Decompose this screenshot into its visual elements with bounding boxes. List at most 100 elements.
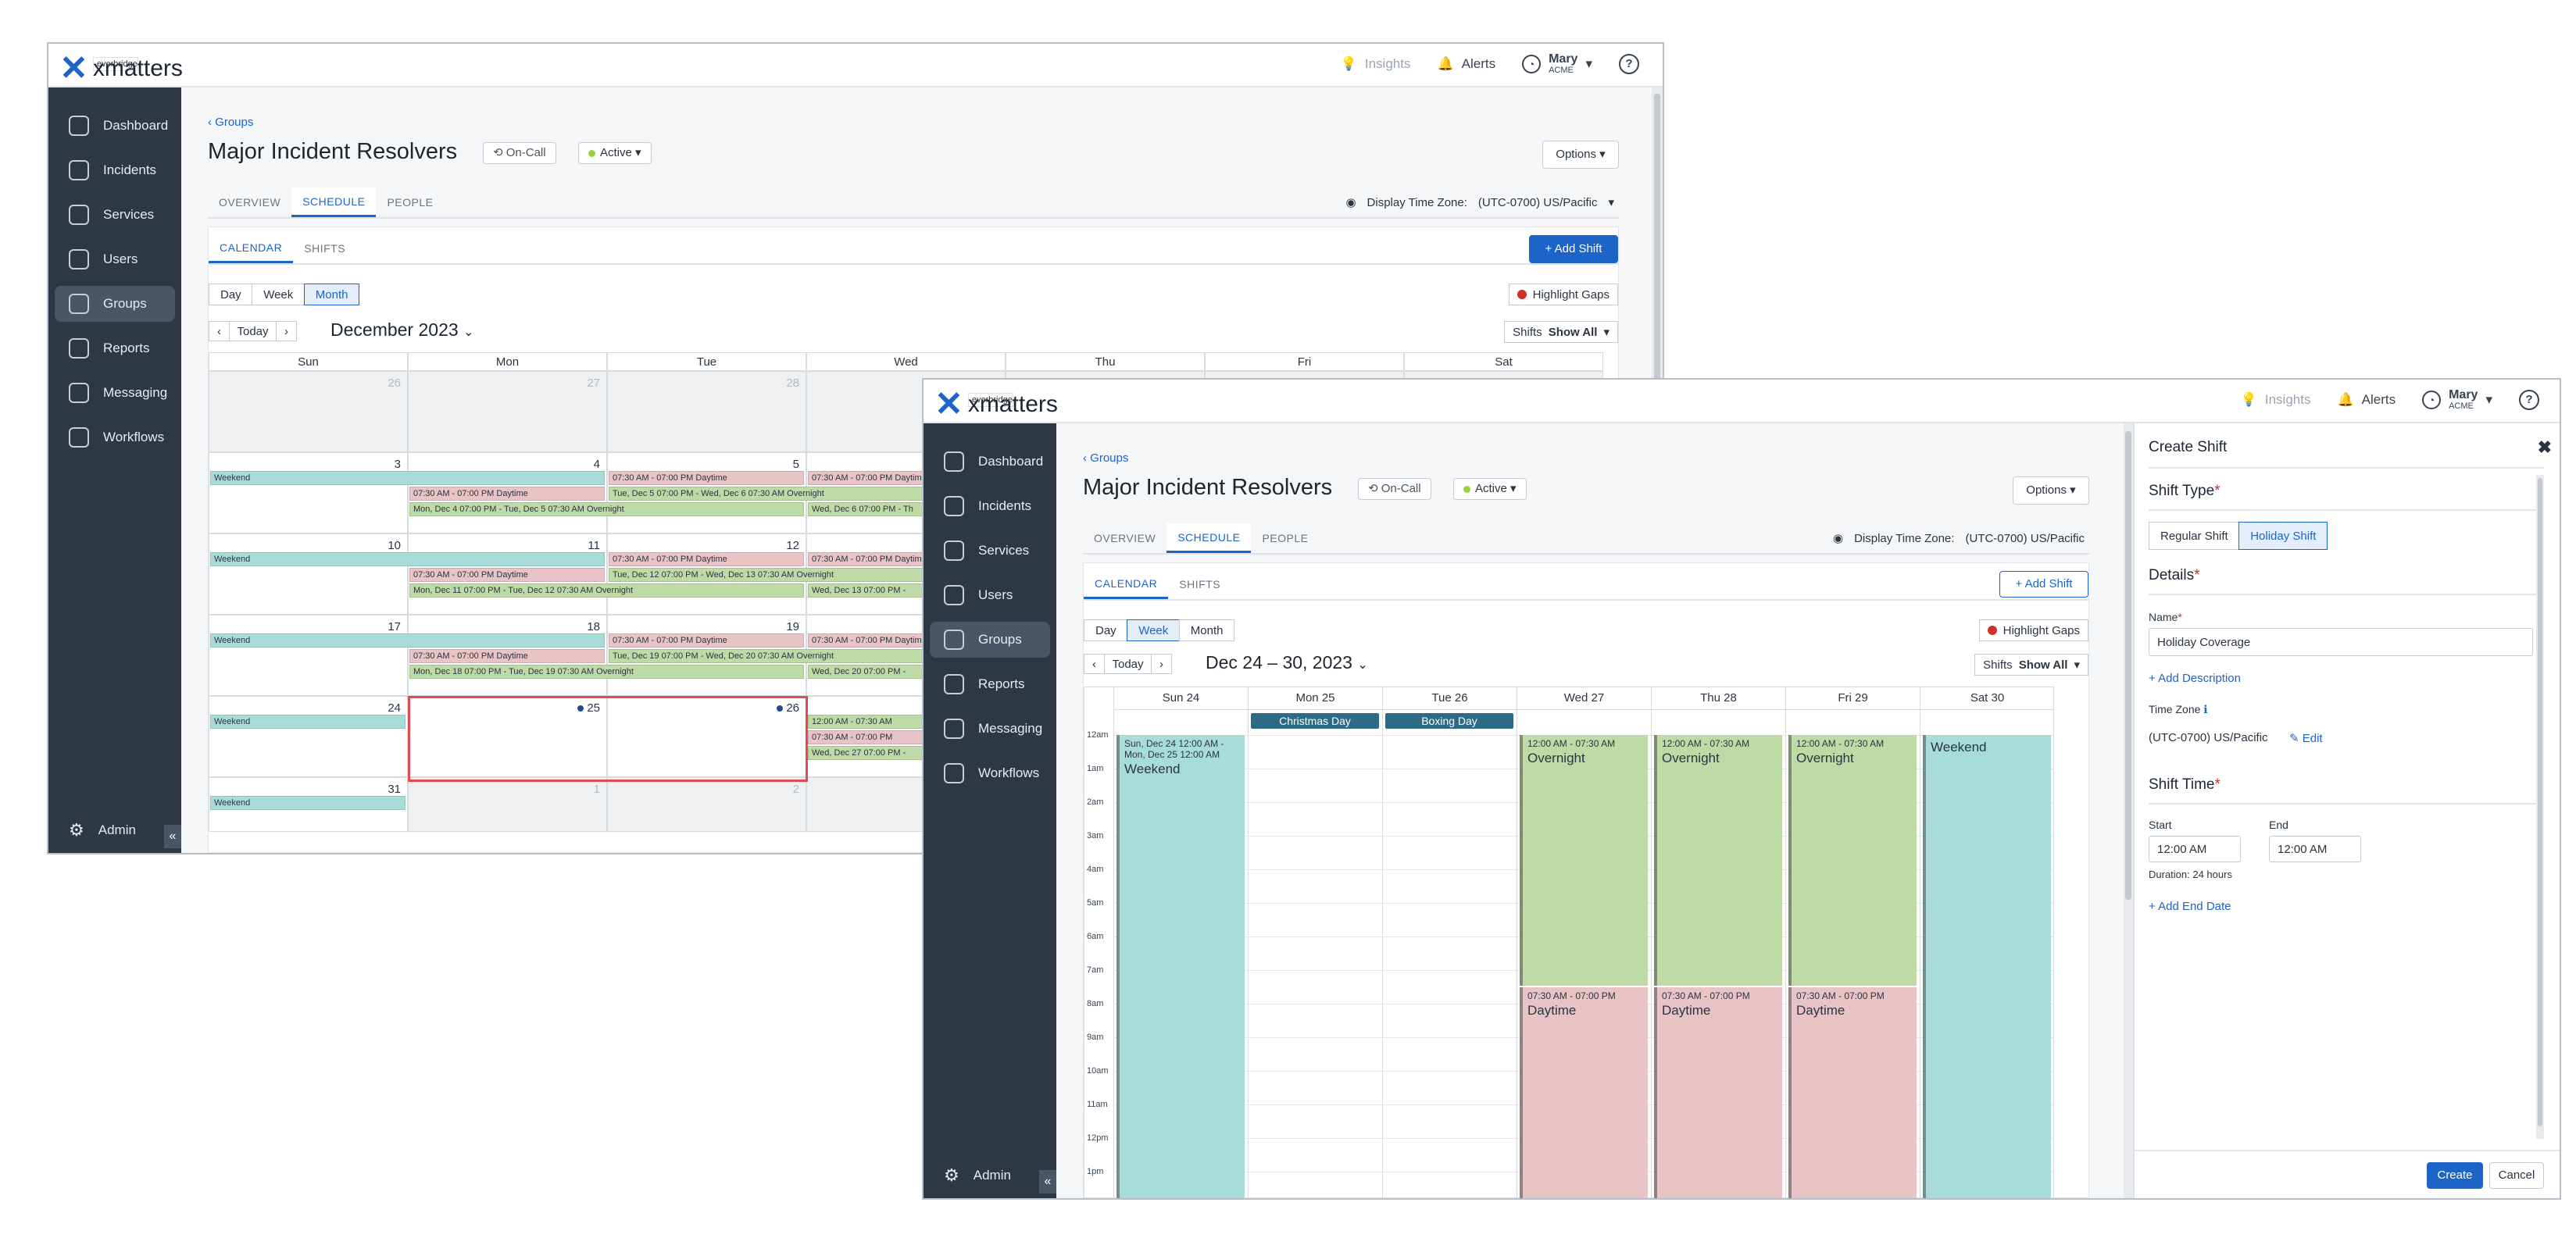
add-description-link[interactable]: + Add Description bbox=[2149, 672, 2241, 685]
start-time-input[interactable]: 12:00 AM bbox=[2149, 836, 2241, 862]
status-dropdown[interactable]: Active ▾ bbox=[1453, 478, 1527, 500]
day-cell[interactable]: 1 bbox=[408, 777, 607, 832]
shift-event[interactable]: 07:30 AM - 07:00 PM Daytime bbox=[409, 487, 605, 501]
xmatters-logo[interactable]: ✕ everbridge xmatters bbox=[59, 52, 183, 86]
regular-shift-option[interactable]: Regular Shift bbox=[2149, 522, 2240, 550]
day-cell[interactable]: 24 bbox=[209, 696, 408, 777]
shift-block[interactable]: 12:00 AM - 07:30 AM Overnight bbox=[1520, 735, 1648, 986]
shifts-filter[interactable]: Shifts Show All ▾ bbox=[1974, 654, 2088, 676]
status-dropdown[interactable]: Active ▾ bbox=[578, 142, 652, 164]
sidebar-item-groups[interactable]: Groups bbox=[55, 286, 175, 322]
shift-event[interactable]: Weekend bbox=[210, 796, 406, 810]
options-button[interactable]: Options ▾ bbox=[2013, 476, 2089, 505]
sidebar-item-incidents[interactable]: Incidents bbox=[55, 152, 175, 188]
sidebar-item-messaging[interactable]: Messaging bbox=[55, 375, 175, 411]
user-menu[interactable]: ◔ Mary ACME ▾ bbox=[2422, 388, 2492, 411]
highlight-gaps-button[interactable]: Highlight Gaps bbox=[1508, 284, 1618, 305]
add-shift-button[interactable]: + Add Shift bbox=[1529, 235, 1618, 263]
edit-timezone-link[interactable]: ✎ Edit bbox=[2289, 731, 2323, 745]
prev-button[interactable]: ‹ bbox=[209, 321, 230, 341]
shift-event[interactable]: Weekend bbox=[210, 715, 406, 729]
day-header[interactable]: Sun 24 bbox=[1113, 687, 1248, 710]
shift-block[interactable]: 07:30 AM - 07:00 PM Daytime bbox=[1520, 986, 1648, 1198]
view-month[interactable]: Month bbox=[1178, 619, 1235, 641]
tab-shifts[interactable]: SHIFTS bbox=[1168, 569, 1231, 599]
today-button[interactable]: Today bbox=[1103, 654, 1152, 674]
shift-event[interactable]: 07:30 AM - 07:00 PM Daytime bbox=[409, 649, 605, 663]
xmatters-logo[interactable]: ✕ everbridge xmatters bbox=[934, 387, 1058, 422]
sidebar-item-services[interactable]: Services bbox=[55, 197, 175, 233]
user-menu[interactable]: ◔ Mary ACME ▾ bbox=[1522, 52, 1592, 75]
insights-link[interactable]: 💡 Insights bbox=[2241, 392, 2311, 408]
sidebar-item-workflows[interactable]: Workflows bbox=[930, 755, 1050, 791]
shift-event[interactable]: Mon, Dec 4 07:00 PM - Tue, Dec 5 07:30 A… bbox=[409, 502, 804, 516]
shift-block[interactable]: Weekend bbox=[1923, 735, 2051, 1198]
view-week[interactable]: Week bbox=[1127, 619, 1181, 641]
holiday-banner[interactable]: Christmas Day bbox=[1251, 713, 1379, 729]
day-cell[interactable]: 2 bbox=[607, 777, 806, 832]
sidebar-item-groups[interactable]: Groups bbox=[930, 622, 1050, 658]
tab-overview[interactable]: OVERVIEW bbox=[1083, 523, 1167, 553]
view-day[interactable]: Day bbox=[209, 284, 253, 305]
shift-event[interactable]: Weekend bbox=[210, 633, 605, 648]
shift-event[interactable]: 07:30 AM - 07:00 PM Daytime bbox=[609, 471, 804, 485]
day-header[interactable]: Wed 27 bbox=[1517, 687, 1651, 710]
collapse-sidebar-icon[interactable]: « bbox=[164, 825, 181, 848]
sidebar-item-incidents[interactable]: Incidents bbox=[930, 488, 1050, 524]
shift-name-input[interactable]: Holiday Coverage bbox=[2149, 628, 2533, 656]
shift-block[interactable]: Sun, Dec 24 12:00 AM - Mon, Dec 25 12:00… bbox=[1117, 735, 1245, 1198]
sidebar-item-dashboard[interactable]: Dashboard bbox=[930, 444, 1050, 480]
holiday-banner[interactable]: Boxing Day bbox=[1385, 713, 1513, 729]
highlight-gaps-button[interactable]: Highlight Gaps bbox=[1978, 619, 2088, 641]
day-cell[interactable]: 17 bbox=[209, 615, 408, 696]
sidebar-item-users[interactable]: Users bbox=[930, 577, 1050, 613]
timezone-selector[interactable]: ◉ Display Time Zone: (UTC-0700) US/Pacific… bbox=[1345, 195, 1614, 210]
timezone-selector[interactable]: ◉ Display Time Zone: (UTC-0700) US/Pacific bbox=[1833, 531, 2085, 546]
shift-block[interactable]: 12:00 AM - 07:30 AM Overnight bbox=[1654, 735, 1782, 986]
on-call-badge[interactable]: ⟲ On-Call bbox=[483, 142, 556, 164]
view-week[interactable]: Week bbox=[252, 284, 305, 305]
day-header[interactable]: Tue 26 bbox=[1382, 687, 1517, 710]
sidebar-item-reports[interactable]: Reports bbox=[930, 666, 1050, 702]
add-end-date-link[interactable]: + Add End Date bbox=[2149, 900, 2231, 913]
options-button[interactable]: Options ▾ bbox=[1542, 141, 1619, 169]
sidebar-item-services[interactable]: Services bbox=[930, 533, 1050, 569]
tab-schedule[interactable]: SCHEDULE bbox=[291, 187, 377, 217]
prev-button[interactable]: ‹ bbox=[1084, 654, 1105, 674]
tab-calendar[interactable]: CALENDAR bbox=[209, 234, 294, 263]
help-icon[interactable]: ? bbox=[1619, 54, 1639, 75]
shift-event[interactable]: 07:30 AM - 07:00 PM Daytime bbox=[409, 568, 605, 582]
sidebar-item-messaging[interactable]: Messaging bbox=[930, 711, 1050, 747]
day-cell[interactable]: 28 bbox=[607, 371, 806, 452]
tab-shifts[interactable]: SHIFTS bbox=[293, 234, 356, 263]
sidebar-item-dashboard[interactable]: Dashboard bbox=[55, 108, 175, 144]
shift-event[interactable]: Weekend bbox=[210, 471, 605, 485]
tab-overview[interactable]: OVERVIEW bbox=[208, 187, 291, 217]
insights-link[interactable]: 💡 Insights bbox=[1341, 56, 1411, 72]
day-cell[interactable]: 27 bbox=[408, 371, 607, 452]
help-icon[interactable]: ? bbox=[2519, 390, 2539, 411]
selected-range[interactable] bbox=[408, 696, 808, 782]
view-day[interactable]: Day bbox=[1084, 619, 1128, 641]
day-header[interactable]: Sat 30 bbox=[1920, 687, 2054, 710]
shift-block[interactable]: 12:00 AM - 07:30 AM Overnight bbox=[1788, 735, 1917, 986]
day-cell[interactable]: 26 bbox=[209, 371, 408, 452]
alerts-link[interactable]: 🔔 Alerts bbox=[2337, 392, 2396, 408]
shift-event[interactable]: Mon, Dec 18 07:00 PM - Tue, Dec 19 07:30… bbox=[409, 665, 804, 679]
shift-event[interactable]: 07:30 AM - 07:00 PM Daytime bbox=[609, 633, 804, 648]
sidebar-item-users[interactable]: Users bbox=[55, 241, 175, 277]
on-call-badge[interactable]: ⟲ On-Call bbox=[1358, 478, 1431, 500]
drawer-scrollbar[interactable] bbox=[2536, 475, 2544, 1139]
tab-schedule[interactable]: SCHEDULE bbox=[1167, 523, 1252, 553]
day-header[interactable]: Mon 25 bbox=[1248, 687, 1382, 710]
breadcrumb[interactable]: ‹ Groups bbox=[1083, 451, 1128, 465]
tab-people[interactable]: PEOPLE bbox=[376, 187, 444, 217]
tab-calendar[interactable]: CALENDAR bbox=[1084, 569, 1169, 599]
shift-event[interactable]: Weekend bbox=[210, 552, 605, 566]
create-button[interactable]: Create bbox=[2427, 1162, 2483, 1189]
next-button[interactable]: › bbox=[276, 321, 298, 341]
next-button[interactable]: › bbox=[1151, 654, 1173, 674]
day-header[interactable]: Thu 28 bbox=[1651, 687, 1785, 710]
alerts-link[interactable]: 🔔 Alerts bbox=[1437, 56, 1495, 72]
admin-link[interactable]: ⚙ Admin bbox=[55, 820, 136, 840]
